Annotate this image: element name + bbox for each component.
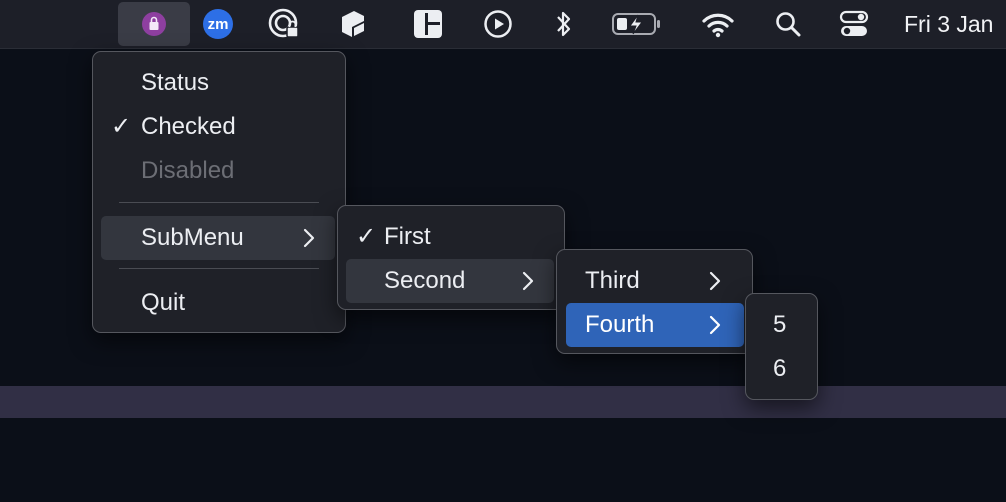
chevron-right-icon: [303, 228, 315, 248]
control-center-status-item[interactable]: [836, 0, 872, 48]
chevron-right-icon: [522, 271, 534, 291]
menu-item-5[interactable]: 5: [754, 305, 810, 345]
app-extra-icon: [142, 12, 166, 36]
layout-status-item[interactable]: [410, 0, 446, 48]
menu-bar-clock[interactable]: Fri 3 Jan: [904, 0, 993, 48]
menu-item-label: 5: [773, 311, 787, 338]
menu-item-fourth[interactable]: Fourth: [566, 303, 744, 347]
background-band: [0, 386, 1006, 418]
menu-item-label: Quit: [141, 289, 186, 316]
submenu-level-3: 5 6: [745, 293, 818, 400]
menu-item-label: First: [384, 223, 431, 250]
menu-item-disabled: Disabled: [101, 151, 337, 191]
bluetooth-status-item[interactable]: [548, 0, 580, 48]
wifi-status-item[interactable]: [698, 0, 738, 48]
menu-separator: [119, 202, 319, 203]
menu-item-checked[interactable]: ✓ Checked: [101, 107, 337, 147]
cube-icon: [342, 11, 364, 37]
submenu-level-1: ✓ First Second: [337, 205, 565, 310]
play-circle-icon: [484, 10, 512, 38]
play-status-item[interactable]: [480, 0, 516, 48]
menu-item-label: 6: [773, 355, 787, 382]
search-icon: [776, 12, 801, 37]
chevron-right-icon: [709, 271, 721, 291]
checkmark-icon: ✓: [110, 113, 132, 140]
menu-item-second[interactable]: Second: [346, 259, 554, 303]
menu-item-label: Checked: [141, 113, 236, 140]
menu-item-third[interactable]: Third: [565, 261, 745, 301]
menu-item-label: Status: [141, 69, 210, 96]
zoom-status-item[interactable]: zm: [198, 0, 238, 48]
menu-item-label: Fourth: [585, 311, 655, 338]
zoom-icon: zm: [203, 9, 233, 39]
checkmark-icon: ✓: [355, 223, 377, 250]
menu-item-label: Disabled: [141, 157, 235, 184]
bluetooth-icon: [557, 11, 571, 37]
menu-item-label: Second: [384, 267, 466, 294]
chevron-right-icon: [709, 315, 721, 335]
main-menu: Status ✓ Checked Disabled SubMenu Quit: [92, 51, 346, 333]
menu-separator: [119, 268, 319, 269]
cube-status-item[interactable]: [334, 0, 370, 48]
svg-text:zm: zm: [208, 16, 229, 33]
menu-item-label: Third: [585, 267, 640, 294]
menu-item-label: SubMenu: [141, 224, 244, 251]
menu-item-submenu[interactable]: SubMenu: [101, 216, 335, 260]
menu-item-6[interactable]: 6: [754, 349, 810, 389]
control-center-icon: [839, 10, 869, 36]
menu-bar: zm Fri 3 Jan: [0, 0, 1006, 49]
privacy-lock-icon: [268, 8, 299, 38]
menu-item-status[interactable]: Status: [101, 63, 337, 103]
battery-status-item[interactable]: [608, 0, 666, 48]
search-status-item[interactable]: [770, 0, 806, 48]
menu-item-first[interactable]: ✓ First: [346, 217, 556, 257]
window-layout-icon: [414, 10, 442, 38]
privacy-status-item[interactable]: [262, 0, 306, 48]
wifi-icon: [702, 13, 734, 38]
battery-charging-icon: [612, 13, 660, 35]
submenu-level-2: Third Fourth: [556, 249, 753, 354]
menu-item-quit[interactable]: Quit: [101, 283, 337, 323]
app-extra-status-item[interactable]: [118, 2, 190, 46]
